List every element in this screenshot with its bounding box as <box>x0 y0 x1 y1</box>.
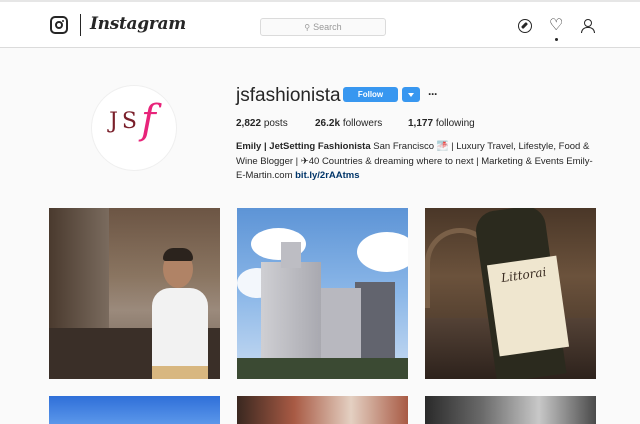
activity-dot-indicator <box>555 38 558 41</box>
instagram-wordmark[interactable]: Instagram <box>90 14 186 34</box>
bio-link[interactable]: bit.ly/2rAAtms <box>295 170 359 181</box>
user-icon[interactable] <box>581 19 595 33</box>
profile-username: jsfashionista <box>236 85 341 106</box>
post-thumbnail-dining[interactable] <box>237 396 408 424</box>
following-count: 1,177 <box>408 118 434 129</box>
profile-bio: Emily | JetSetting Fashionista San Franc… <box>236 140 598 184</box>
profile-avatar[interactable]: JS f <box>91 85 177 171</box>
search-placeholder: Search <box>313 22 342 32</box>
search-icon: ⚲ <box>304 22 311 32</box>
posts-count: 2,822 <box>236 118 262 129</box>
followers-count: 26.2k <box>315 118 341 129</box>
post-thumbnail-portrait[interactable] <box>425 396 596 424</box>
post-thumbnail-skyscraper[interactable] <box>237 208 408 379</box>
suggested-dropdown-button[interactable] <box>402 87 420 102</box>
avatar-monogram-f: f <box>141 97 156 143</box>
posts-stat: 2,822 posts <box>236 118 288 129</box>
following-stat[interactable]: 1,177 following <box>408 118 475 129</box>
post-thumbnail-blue-sky[interactable] <box>49 396 220 424</box>
nav-divider <box>80 14 81 36</box>
heart-icon[interactable]: ♡ <box>549 18 563 34</box>
top-navigation-bar: Instagram ⚲ Search ♡ <box>0 0 640 48</box>
followers-stat[interactable]: 26.2k followers <box>315 118 382 129</box>
bio-name: Emily | JetSetting Fashionista <box>236 141 371 152</box>
compass-icon[interactable] <box>518 19 532 33</box>
posts-label: posts <box>263 118 288 129</box>
search-input[interactable]: ⚲ Search <box>260 18 386 36</box>
follow-button[interactable]: Follow <box>343 87 398 102</box>
following-label: following <box>435 118 475 129</box>
followers-label: followers <box>342 118 383 129</box>
more-options-button[interactable]: ··· <box>428 87 438 101</box>
post-thumbnail-chef[interactable] <box>49 208 220 379</box>
post-thumbnail-wine[interactable]: Littorai <box>425 208 596 379</box>
instagram-glyph-icon[interactable] <box>50 16 68 34</box>
avatar-monogram-js: JS <box>109 109 141 134</box>
